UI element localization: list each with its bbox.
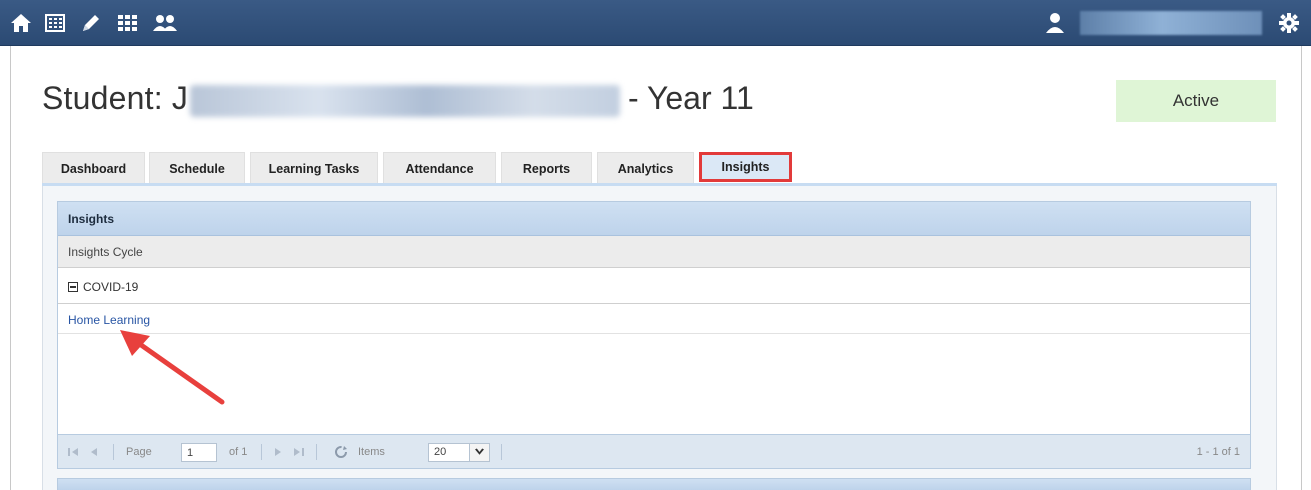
insights-grid: Insights Insights Cycle COVID-19 Home Le… bbox=[57, 201, 1251, 469]
tab-learning-tasks[interactable]: Learning Tasks bbox=[250, 152, 378, 184]
tab-schedule[interactable]: Schedule bbox=[149, 152, 245, 184]
pencil-icon[interactable] bbox=[80, 13, 102, 33]
next-page-icon[interactable] bbox=[272, 435, 284, 469]
column-header-insights-cycle[interactable]: Insights Cycle bbox=[58, 236, 1250, 268]
people-icon[interactable] bbox=[152, 13, 178, 33]
page-of-label: of 1 bbox=[229, 446, 248, 458]
page-label: Page bbox=[126, 446, 152, 458]
pager-summary: 1 - 1 of 1 bbox=[1196, 446, 1240, 458]
last-page-icon[interactable] bbox=[292, 435, 306, 469]
pager-bar: Page of 1 Items 20 1 - 1 of 1 bbox=[58, 434, 1250, 468]
first-page-icon[interactable] bbox=[66, 435, 80, 469]
annotation-arrow-icon bbox=[120, 330, 225, 405]
chevron-down-icon[interactable] bbox=[470, 443, 490, 462]
student-name-redacted bbox=[190, 85, 620, 117]
page-number-input[interactable] bbox=[181, 443, 217, 462]
items-per-page-select[interactable]: 20 bbox=[428, 443, 470, 462]
pager-separator bbox=[113, 444, 114, 460]
pager-separator bbox=[316, 444, 317, 460]
refresh-icon[interactable] bbox=[334, 435, 348, 469]
prev-page-icon[interactable] bbox=[88, 435, 100, 469]
user-icon[interactable] bbox=[1045, 12, 1065, 34]
user-name-redacted[interactable] bbox=[1080, 11, 1262, 35]
table-row: Home Learning bbox=[58, 306, 1250, 334]
tab-reports[interactable]: Reports bbox=[501, 152, 592, 184]
tab-attendance[interactable]: Attendance bbox=[383, 152, 496, 184]
student-year-label: - Year 11 bbox=[628, 80, 754, 116]
calendar-grid-icon[interactable] bbox=[44, 13, 66, 33]
top-nav-bar bbox=[0, 0, 1311, 46]
tab-insights[interactable]: Insights bbox=[699, 152, 792, 182]
pager-separator bbox=[501, 444, 502, 460]
pager-separator bbox=[261, 444, 262, 460]
home-icon[interactable] bbox=[10, 13, 32, 33]
tab-dashboard[interactable]: Dashboard bbox=[42, 152, 145, 184]
status-badge: Active bbox=[1116, 80, 1276, 122]
apps-grid-icon[interactable] bbox=[116, 13, 138, 33]
group-label: COVID-19 bbox=[83, 280, 139, 294]
items-label: Items bbox=[358, 446, 385, 458]
student-title: Student: J bbox=[42, 80, 189, 116]
gear-icon[interactable] bbox=[1278, 12, 1300, 34]
tab-analytics[interactable]: Analytics bbox=[597, 152, 694, 184]
next-panel-header bbox=[57, 478, 1251, 490]
group-row-covid[interactable]: COVID-19 bbox=[58, 270, 1250, 304]
grid-title: Insights bbox=[58, 202, 1250, 236]
home-learning-link[interactable]: Home Learning bbox=[68, 313, 150, 327]
collapse-minus-icon[interactable] bbox=[68, 282, 78, 292]
